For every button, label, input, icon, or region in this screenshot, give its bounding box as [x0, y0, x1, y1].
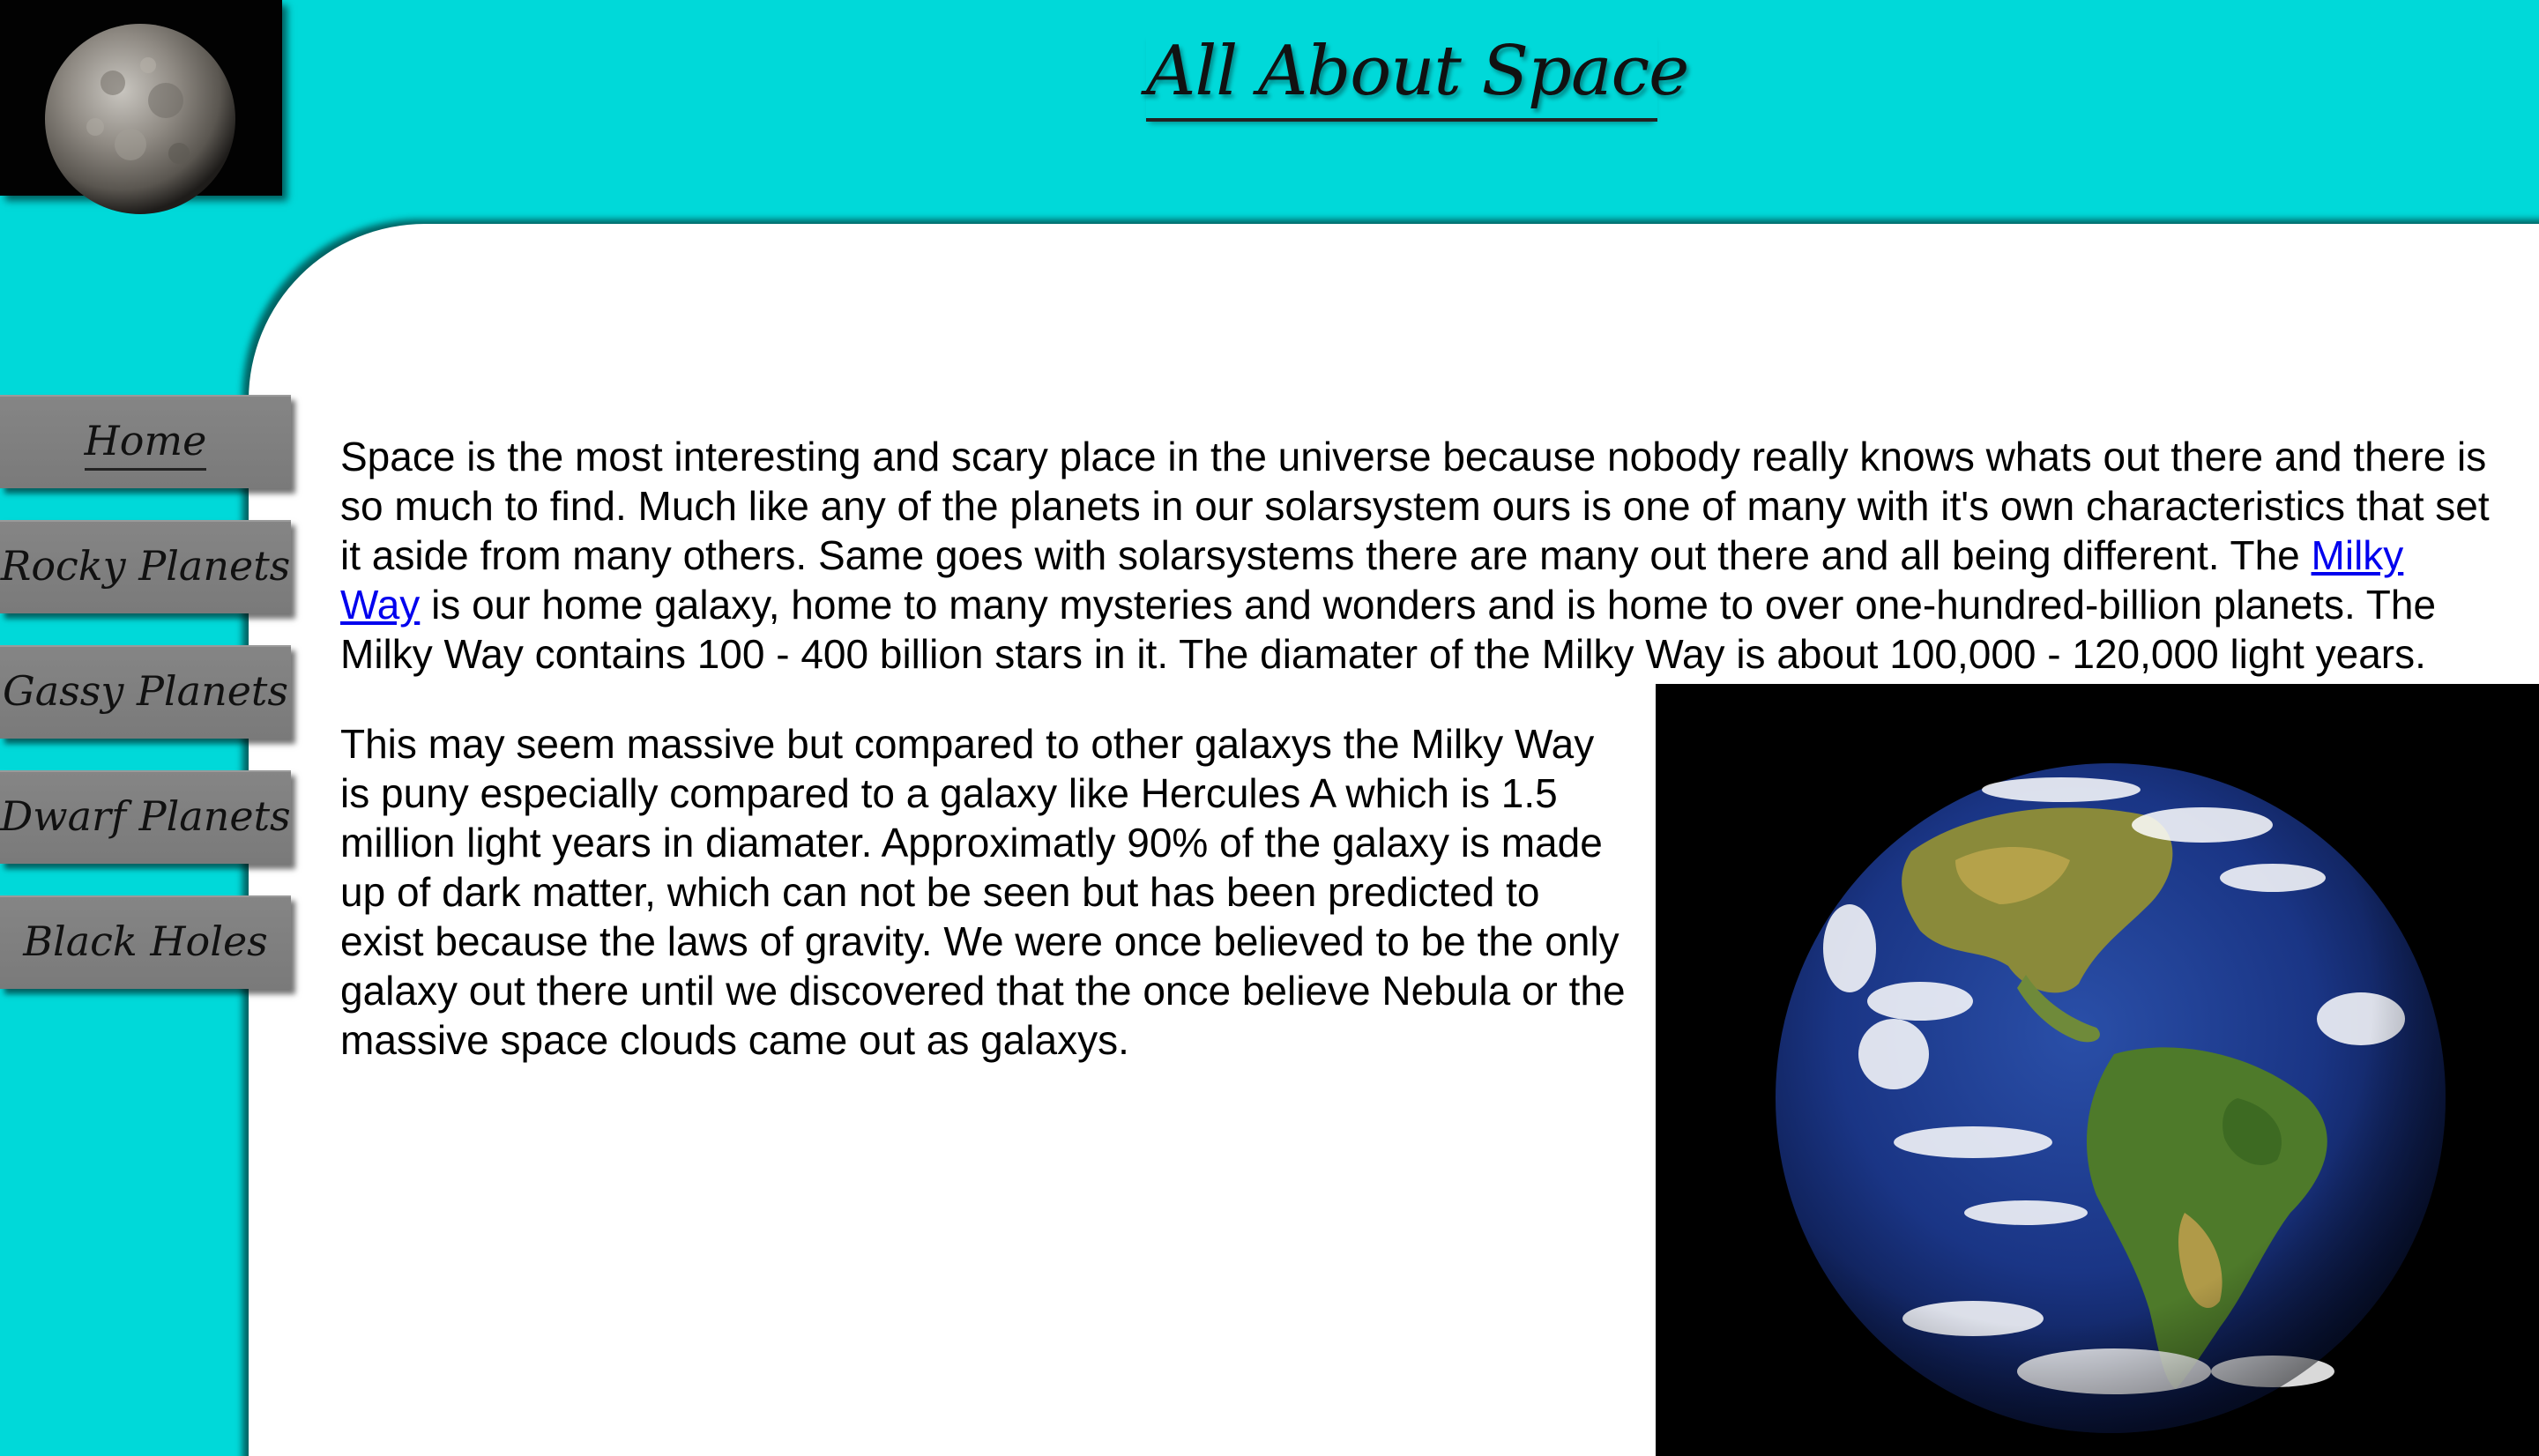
page: All About Space Home Rocky Planets Gassy… — [0, 0, 2539, 1456]
paragraph-text: Space is the most interesting and scary … — [340, 434, 2490, 578]
nav-item-label: Home — [84, 417, 207, 471]
nav-item-rocky-planets[interactable]: Rocky Planets — [0, 520, 291, 613]
second-paragraph: This may seem massive but compared to ot… — [340, 721, 1626, 1063]
intro-paragraph: Space is the most interesting and scary … — [340, 432, 2491, 679]
header: All About Space — [0, 0, 2539, 219]
nav-item-label: Rocky Planets — [0, 542, 291, 590]
nav-item-gassy-planets[interactable]: Gassy Planets — [0, 645, 291, 739]
nav-item-label: Gassy Planets — [2, 667, 289, 715]
nav-item-dwarf-planets[interactable]: Dwarf Planets — [0, 770, 291, 864]
earth-image — [1656, 684, 2539, 1456]
nav-item-home[interactable]: Home — [0, 395, 291, 488]
paragraph-text: is our home galaxy, home to many mysteri… — [340, 582, 2437, 677]
nav-item-label: Dwarf Planets — [0, 792, 291, 840]
moon-planet-icon — [45, 24, 235, 214]
logo[interactable] — [0, 0, 282, 214]
main-nav: Home Rocky Planets Gassy Planets Dwarf P… — [0, 395, 300, 1021]
nav-item-black-holes[interactable]: Black Holes — [0, 895, 291, 989]
earth-icon — [1776, 763, 2446, 1433]
nav-item-label: Black Holes — [23, 917, 268, 965]
page-title: All About Space — [1146, 32, 1689, 122]
